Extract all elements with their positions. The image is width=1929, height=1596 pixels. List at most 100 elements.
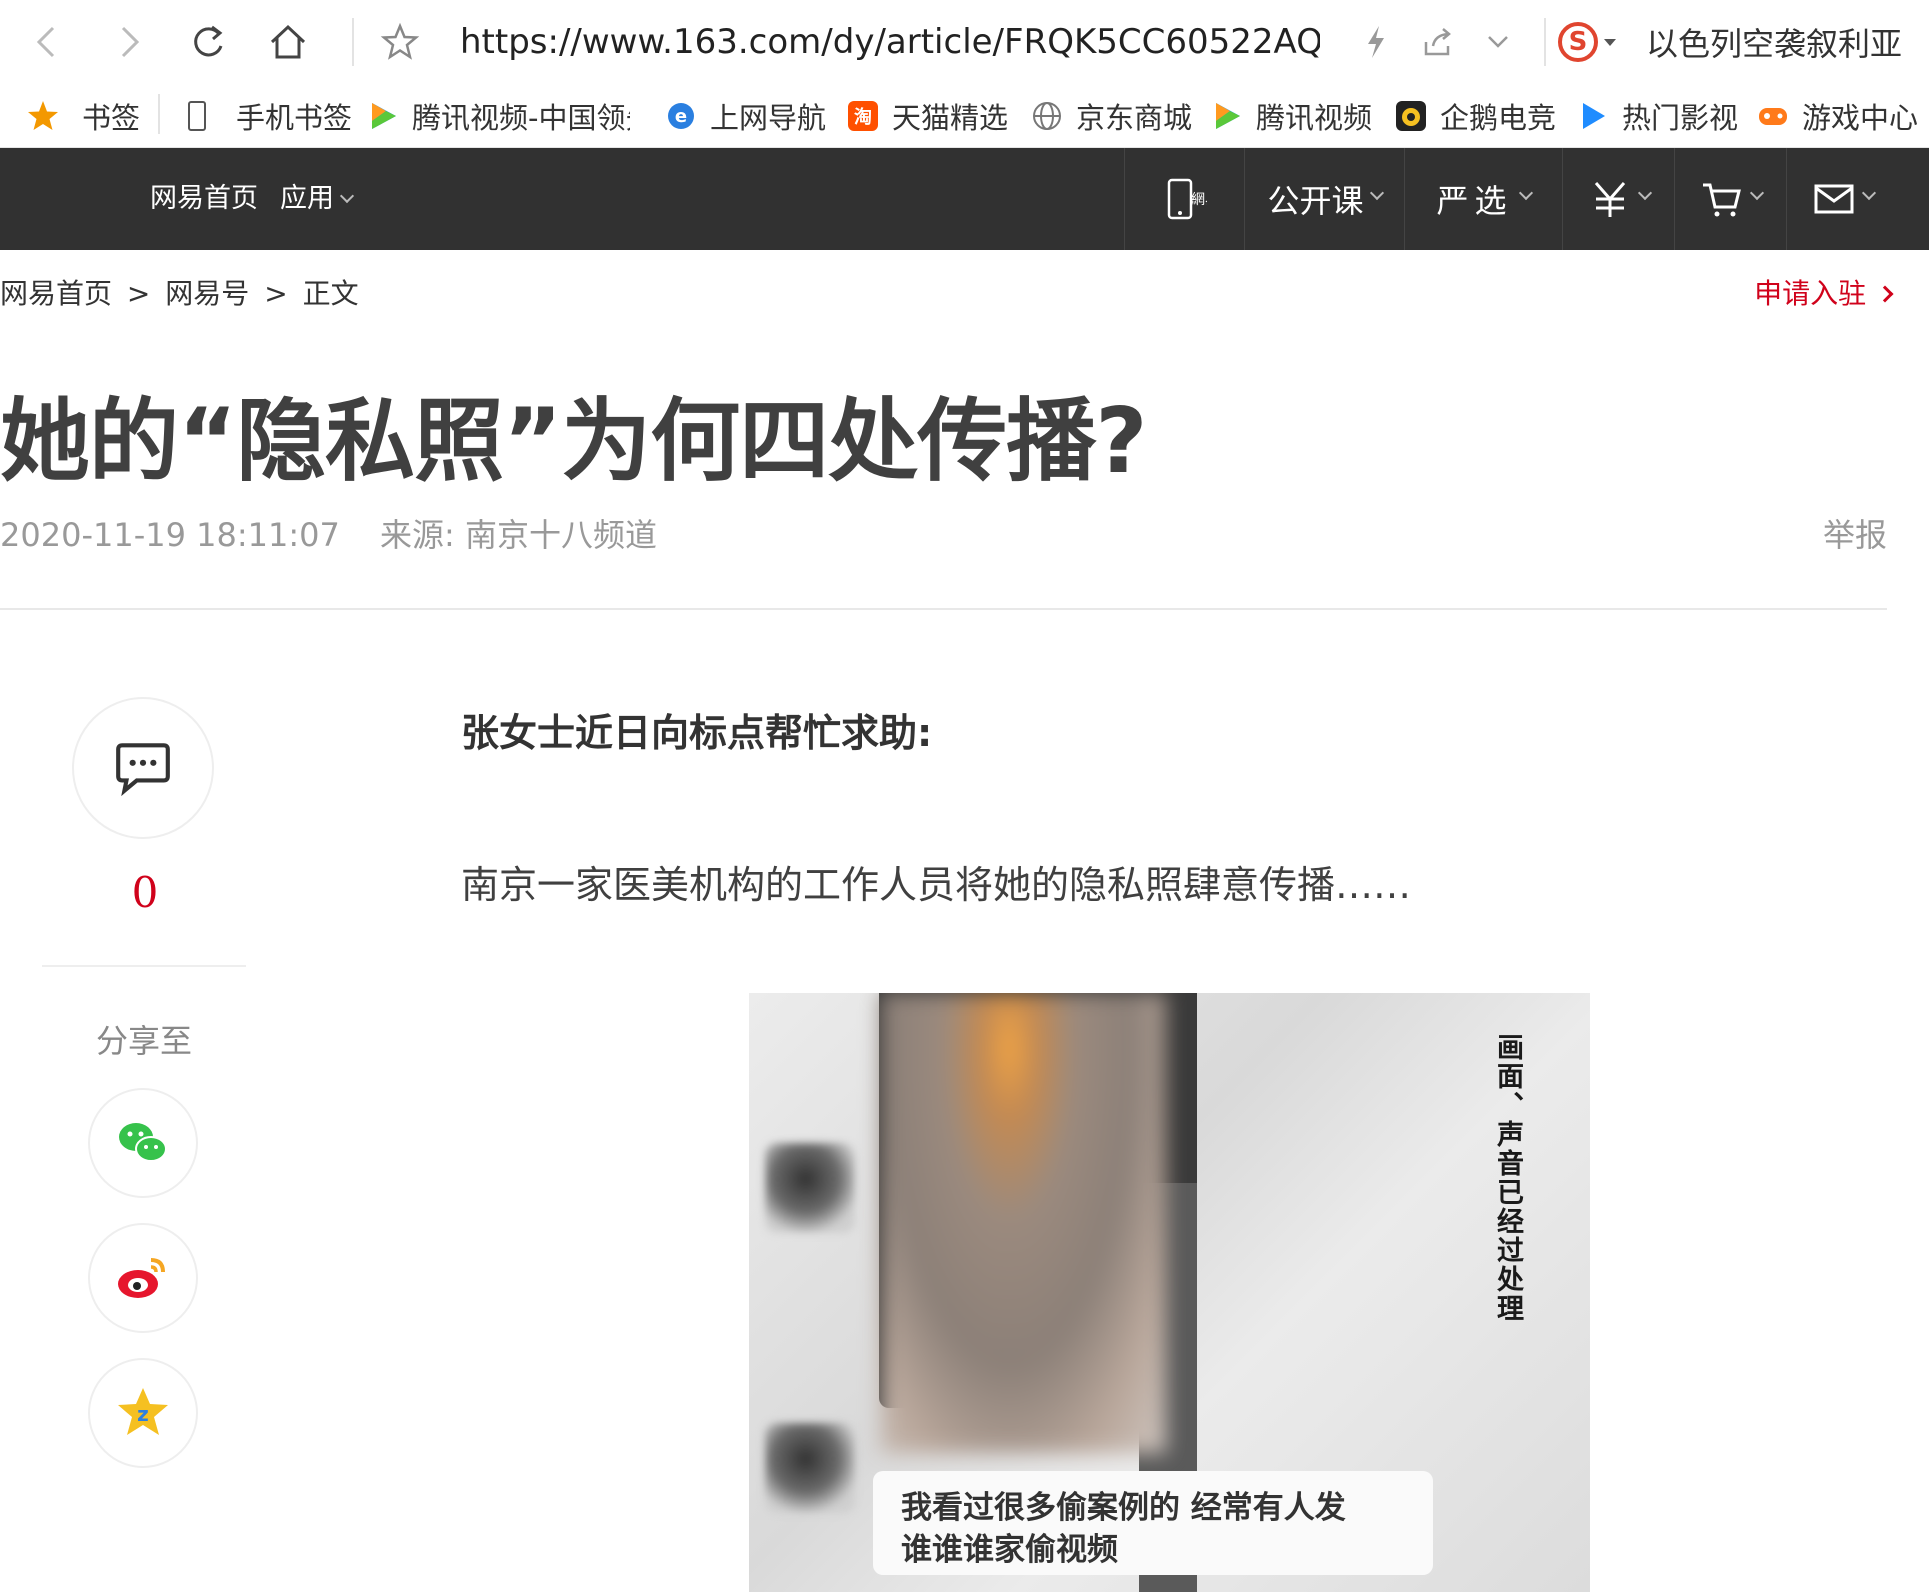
nav-cart-menu[interactable]	[1674, 148, 1786, 250]
penguin-esports-icon	[1394, 99, 1428, 133]
article-title: 她的“隐私照”为何四处传播?	[0, 389, 1148, 494]
avatar	[765, 1143, 855, 1233]
article-source[interactable]: 来源: 南京十八频道	[380, 516, 657, 554]
chevron-down-icon	[1369, 185, 1384, 201]
phone-icon	[180, 99, 214, 133]
bookmark-item[interactable]: 游戏中心	[1756, 94, 1918, 138]
bookmark-label: 手机书签	[236, 101, 353, 135]
bookmark-label: 上网导航	[710, 101, 827, 135]
back-button[interactable]	[22, 16, 74, 68]
ie-icon: e	[664, 99, 698, 133]
search-box[interactable]: S 以色列空袭叙利亚	[1558, 16, 1902, 68]
wechat-icon	[119, 1123, 167, 1162]
bookmark-label: 腾讯视频	[1256, 101, 1373, 135]
favorite-button[interactable]	[374, 16, 426, 68]
article-datetime: 2020-11-19 18:11:07	[0, 516, 340, 554]
tencent-video-icon	[1210, 99, 1244, 133]
nav-apps-label: 应用	[280, 183, 334, 214]
bookmarks-bar: 书签 手机书签 腾讯视频-中国领先 e 上网导航 淘 天猫精选 京东商城 腾讯视…	[0, 84, 1929, 148]
bookmark-item[interactable]: 腾讯视频-中国领先	[366, 94, 630, 138]
article-paragraph: 南京一家医美机构的工作人员将她的隐私照肆意传播……	[461, 863, 1412, 907]
site-navbar: 网易首页 应用 網易 公开课 严选	[0, 148, 1929, 250]
accelerate-button[interactable]	[1350, 16, 1402, 68]
chevron-right-icon	[1876, 285, 1894, 303]
article-image: 画面、声音已经过处理 我看过很多偷案例的 经常有人发 谁谁谁家偷视频	[749, 993, 1590, 1592]
nav-mail-menu[interactable]	[1786, 148, 1898, 250]
bookmark-item[interactable]: 淘 天猫精选	[846, 94, 1008, 138]
star-outline-icon	[380, 22, 420, 60]
bookmark-item[interactable]: 企鹅电竞	[1394, 94, 1556, 138]
bookmark-item[interactable]: 热门影视	[1576, 94, 1738, 138]
bookmark-label: 腾讯视频-中国领先	[412, 101, 630, 135]
breadcrumb-separator: >	[264, 277, 288, 310]
chevron-right-icon	[121, 26, 140, 58]
mail-icon	[1814, 184, 1853, 214]
nav-apps-menu[interactable]: 应用	[280, 148, 355, 250]
bookmark-label: 企鹅电竞	[1440, 101, 1557, 135]
breadcrumb-separator: >	[126, 277, 151, 310]
chevron-down-icon	[1637, 185, 1652, 201]
share-wechat-button[interactable]	[88, 1088, 198, 1198]
chat-bubble: 我看过很多偷案例的 经常有人发 谁谁谁家偷视频	[873, 1471, 1433, 1575]
bookmark-item[interactable]: 手机书签	[180, 94, 352, 138]
chevron-down-icon	[1749, 185, 1764, 201]
bookmark-item[interactable]: 京东商城	[1030, 94, 1192, 138]
lightning-icon	[1368, 26, 1384, 58]
home-button[interactable]	[262, 16, 314, 68]
image-vertical-caption: 画面、声音已经过处理	[1492, 1033, 1523, 1323]
bookmark-item[interactable]: 书签	[26, 94, 140, 138]
gamepad-icon	[1756, 99, 1790, 133]
avatar	[765, 1423, 855, 1513]
bookmark-label: 游戏中心	[1802, 101, 1919, 135]
comment-button[interactable]	[72, 697, 214, 839]
caret-down-icon[interactable]	[1604, 38, 1616, 46]
report-link[interactable]: 举报	[1823, 510, 1887, 556]
reload-icon	[194, 25, 223, 57]
bookmark-item[interactable]: 腾讯视频	[1210, 94, 1372, 138]
forward-button[interactable]	[102, 16, 154, 68]
chat-bubble-line: 我看过很多偷案例的 经常有人发	[901, 1490, 1346, 1526]
share-page-button[interactable]	[1412, 16, 1464, 68]
share-weibo-button[interactable]	[88, 1223, 198, 1333]
bookmark-label: 书签	[82, 101, 141, 135]
bookmark-label: 热门影视	[1622, 101, 1739, 135]
header-divider	[0, 608, 1887, 610]
svg-text:z: z	[137, 1402, 149, 1426]
chat-bubble-icon	[116, 743, 170, 797]
nav-open-course-label: 公开课	[1267, 182, 1364, 220]
rail-divider	[42, 965, 246, 967]
nav-open-course-menu[interactable]: 公开课	[1244, 148, 1404, 250]
chevron-down-icon	[339, 188, 355, 204]
bookmark-item[interactable]: e 上网导航	[664, 94, 826, 138]
breadcrumb-netease-hao[interactable]: 网易号	[165, 277, 249, 310]
bookmark-separator	[158, 94, 160, 134]
address-bar[interactable]: https://www.163.com/dy/article/FRQK5CC60…	[460, 16, 1320, 68]
chevron-down-icon	[1861, 185, 1876, 201]
nav-yanxuan-menu[interactable]: 严选	[1404, 148, 1562, 250]
svg-text:網易: 網易	[1191, 192, 1207, 208]
toolbar-separator	[352, 18, 354, 66]
chat-bubble-line: 谁谁谁家偷视频	[901, 1532, 1118, 1568]
share-qzone-button[interactable]: z	[88, 1358, 198, 1468]
weibo-icon	[118, 1258, 165, 1298]
nav-home-link[interactable]: 网易首页	[150, 148, 258, 250]
apply-join-link[interactable]: 申请入驻	[1754, 272, 1894, 312]
qzone-icon: z	[118, 1388, 168, 1435]
dropdown-button[interactable]	[1472, 16, 1524, 68]
reload-button[interactable]	[182, 16, 234, 68]
play-icon	[1576, 99, 1610, 133]
blurred-photo	[881, 993, 1166, 1453]
bookmark-label: 京东商城	[1076, 101, 1193, 135]
comment-count[interactable]: 0	[130, 868, 160, 917]
search-query[interactable]: 以色列空袭叙利亚	[1646, 19, 1902, 65]
breadcrumb-home[interactable]: 网易首页	[0, 277, 112, 310]
globe-icon	[1030, 99, 1064, 133]
nav-payment-menu[interactable]	[1562, 148, 1674, 250]
svg-text:淘: 淘	[854, 106, 872, 128]
nav-yanxuan-label: 严选	[1436, 182, 1513, 220]
sogou-s-icon[interactable]: S	[1558, 22, 1598, 62]
toolbar-separator	[1544, 18, 1546, 66]
nav-mobile-app[interactable]: 網易	[1124, 148, 1244, 250]
bookmark-label: 天猫精选	[892, 101, 1009, 135]
browser-toolbar: https://www.163.com/dy/article/FRQK5CC60…	[0, 0, 1929, 84]
